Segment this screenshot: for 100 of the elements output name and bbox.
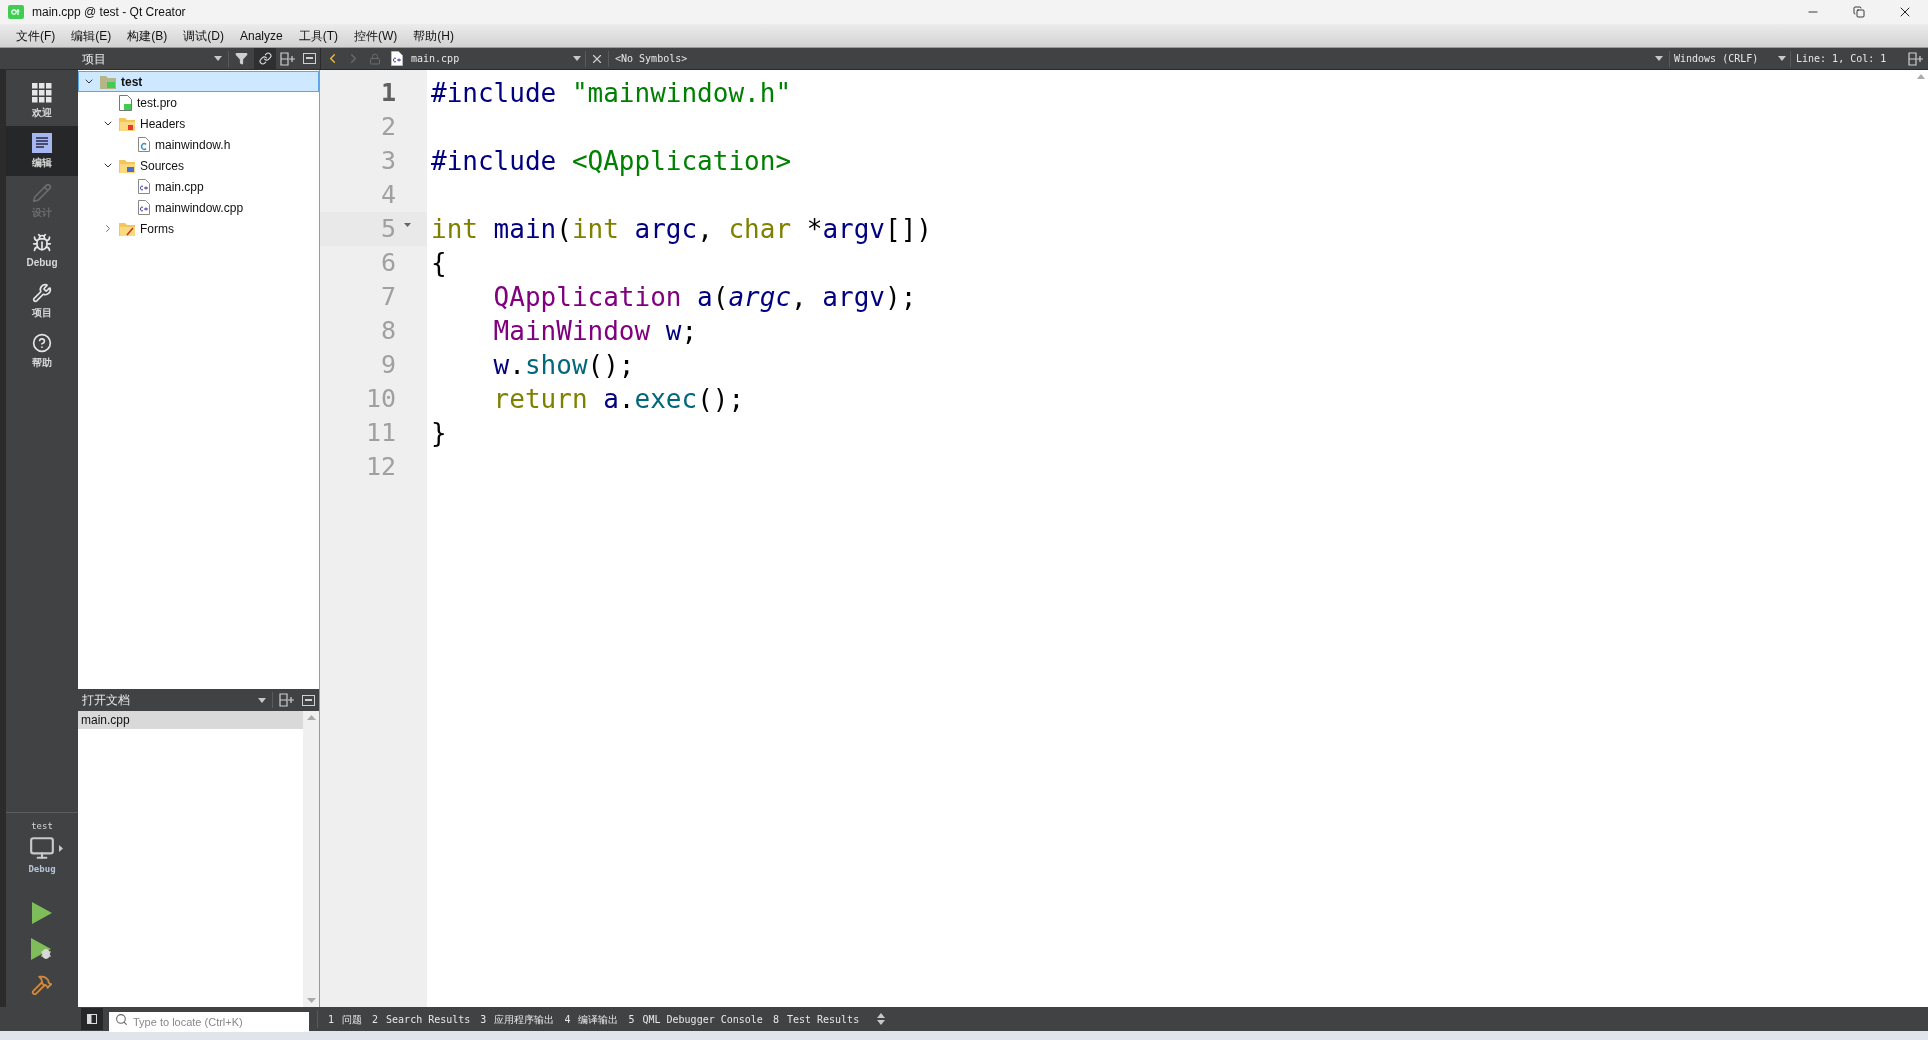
tree-item-label: Headers [140,115,186,133]
mode-button[interactable]: 欢迎 [6,76,78,126]
pane-title[interactable]: 项目 [82,49,214,68]
folder-icon [119,116,135,131]
play-icon [32,902,52,924]
tree-item[interactable]: mainwindow.cpp [78,197,319,218]
pencil-icon [32,182,52,203]
line-number: 5 [379,213,396,246]
line-number: 7 [379,281,396,314]
expand-arrow-icon [59,844,63,852]
search-icon [115,1013,128,1026]
code-editor[interactable]: 1 2 3 4 5 6 7 8 9 10 11 12 #include "mainwindow.h" #include <QApplication> int main(int argc, char *argv[]) { QApplication a(argc, argv); MainWindow w; w.show(); return a.exec(); } [320,70,1928,1007]
folder-icon [119,221,135,236]
menu-item[interactable]: 构建(B) [119,26,176,45]
line-number: 1 [379,77,396,110]
split-icon[interactable] [1908,51,1924,66]
line-number: 8 [379,315,396,348]
line-number: 3 [379,145,396,178]
cpp-file-icon [391,51,403,66]
line-number: 6 [379,247,396,280]
mode-button[interactable]: 编辑 [6,126,78,176]
line-number: 4 [379,179,396,212]
symbols-selector[interactable]: <No Symbols> [615,51,688,66]
dropdown-caret-icon[interactable] [214,56,222,61]
tree-item[interactable]: mainwindow.h [78,134,319,155]
dropdown-caret-icon[interactable] [258,697,266,703]
code-line: #include "mainwindow.h" [431,80,792,106]
split-icon[interactable] [280,51,296,66]
tree-item[interactable]: main.cpp [78,176,319,197]
menu-item[interactable]: 编辑(E) [63,26,120,45]
output-pane-tab[interactable]: 5 QML Debugger Console [628,1011,763,1027]
help-icon [32,332,52,353]
output-pane-tab[interactable]: 4 编译输出 [564,1011,619,1027]
window-title: main.cpp @ test - Qt Creator [32,4,186,21]
line-number: 11 [364,417,396,450]
menu-item[interactable]: Analyze [232,26,291,45]
split-icon[interactable] [279,693,295,707]
menu-item[interactable]: 文件(F) [8,26,64,45]
file-icon [119,94,132,111]
dropdown-caret-icon[interactable] [573,56,581,61]
code-line: { [431,250,447,276]
mode-button[interactable]: 项目 [6,276,78,326]
line-ending-selector[interactable]: Windows (CRLF) [1674,51,1790,66]
line-number: 9 [379,349,396,382]
output-pane-tab[interactable]: 2 Search Results [372,1011,471,1027]
restore-icon [1853,6,1865,18]
tree-item[interactable]: Sources [78,155,319,176]
open-document-item[interactable]: main.cpp [78,711,303,729]
close-pane-icon[interactable] [303,53,316,64]
link-icon [258,52,272,65]
tree-item[interactable]: Forms [78,218,319,239]
folder-icon [119,158,135,173]
mode-button[interactable]: 帮助 [6,326,78,376]
menu-item[interactable]: 工具(T) [290,26,347,45]
code-line: #include <QApplication> [431,148,792,174]
code-line: int main(int argc, char *argv[]) [431,216,932,242]
tree-item-label: Sources [140,157,185,175]
locate-field[interactable]: Type to locate (Ctrl+K) [109,1012,309,1032]
play-bug-icon [31,938,53,960]
fold-marker-icon[interactable] [404,223,411,227]
menu-item[interactable]: 帮助(H) [405,26,463,45]
wrench-icon [32,282,52,303]
cpp-file-icon [138,179,150,194]
output-pane-tab[interactable]: 1 问题 [328,1011,363,1027]
up-down-arrows-icon[interactable] [877,1013,886,1025]
tree-item[interactable]: test.pro [78,92,319,113]
tree-item-label: mainwindow.cpp [155,199,244,217]
file-selector[interactable]: main.cpp [411,51,585,66]
sync-link-button[interactable] [254,47,276,70]
cursor-position[interactable]: Line: 1, Col: 1 [1796,51,1908,66]
grid-icon [32,82,52,103]
tree-item[interactable]: test [78,71,319,92]
tree-item-label: test [121,73,143,91]
tree-item-label: main.cpp [155,178,204,196]
menu-item[interactable]: 控件(W) [346,26,406,45]
tree-item-label: Forms [140,220,174,238]
monitor-icon [29,835,55,861]
kit-selector[interactable]: test Debug [6,813,78,883]
output-pane-tab[interactable]: 3 应用程序输出 [480,1011,555,1027]
menu-item[interactable]: 调试(D) [175,26,232,45]
tree-item[interactable]: Headers [78,113,319,134]
tree-item-label: test.pro [137,94,178,112]
sidebar-toggle-button[interactable] [81,1008,103,1030]
code-line: return a.exec(); [492,386,745,412]
bug-icon [32,232,52,253]
dropdown-caret-icon[interactable] [1778,56,1786,61]
code-line: w.show(); [492,352,635,378]
line-number: 10 [364,383,396,416]
project-folder-icon [100,74,116,89]
output-pane-tab[interactable]: 8 Test Results [772,1011,860,1027]
mode-button[interactable]: Debug [6,226,78,276]
document-icon [32,132,52,153]
code-line: QApplication a(argc, argv); [492,284,917,310]
code-line: MainWindow w; [492,318,698,344]
line-number: 2 [379,111,396,144]
hammer-icon [31,974,53,996]
close-pane-icon[interactable] [302,694,315,706]
dropdown-caret-icon[interactable] [1655,56,1663,61]
filter-icon[interactable] [235,52,248,65]
code-line: } [431,420,447,446]
